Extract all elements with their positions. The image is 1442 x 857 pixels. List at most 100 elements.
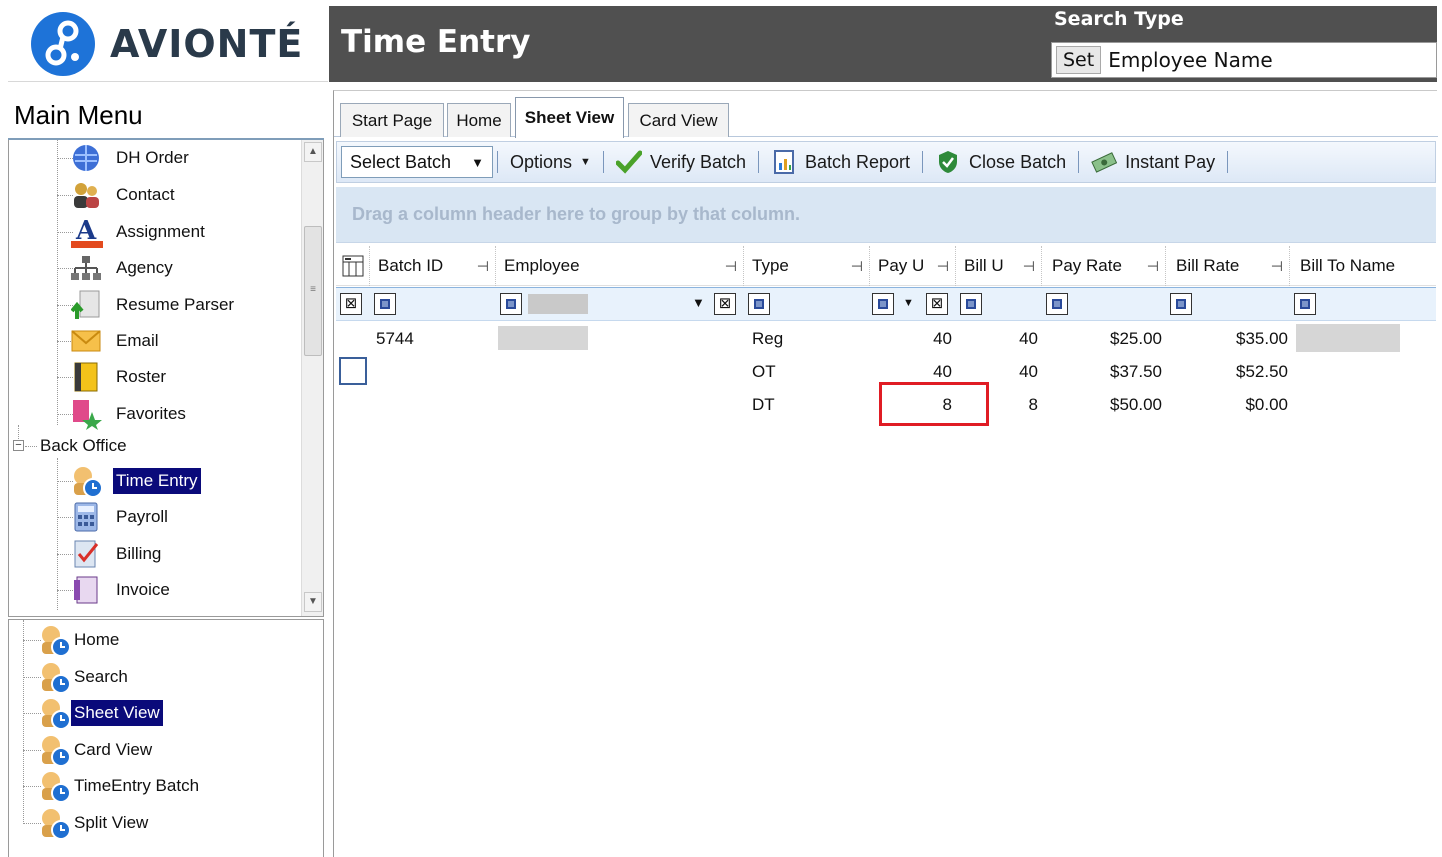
- billing-icon: [69, 537, 103, 571]
- collapse-toggle[interactable]: −: [13, 440, 24, 451]
- view-item-timeentry-batch[interactable]: TimeEntry Batch: [37, 769, 202, 803]
- verify-batch-button[interactable]: Verify Batch: [608, 146, 754, 178]
- pin-icon[interactable]: ⊣: [1147, 258, 1159, 275]
- menu-item-agency[interactable]: Agency: [69, 251, 176, 285]
- tab-sheet-view[interactable]: Sheet View: [515, 97, 624, 138]
- menu-item-label: Assignment: [116, 222, 205, 241]
- clear-filter-icon[interactable]: ⊠: [714, 293, 736, 315]
- tab-home[interactable]: Home: [447, 103, 511, 137]
- pin-icon[interactable]: ⊣: [1271, 258, 1283, 275]
- clock-icon: [37, 733, 71, 767]
- chevron-down-icon[interactable]: ▼: [692, 295, 705, 310]
- view-item-sheet-view[interactable]: Sheet View: [37, 696, 163, 730]
- letter-a-icon: A: [69, 215, 103, 249]
- menu-item-contact[interactable]: Contact: [69, 178, 178, 212]
- view-item-split-view[interactable]: Split View: [37, 806, 151, 840]
- pin-icon[interactable]: ⊣: [851, 258, 863, 275]
- chevron-down-icon: ▼: [471, 154, 484, 170]
- favorites-icon: [69, 397, 103, 431]
- view-item-search[interactable]: Search: [37, 660, 131, 694]
- options-label: Options: [510, 151, 573, 172]
- search-type-field[interactable]: Set Employee Name: [1051, 42, 1437, 78]
- scroll-up-icon[interactable]: ▲: [304, 142, 322, 162]
- row-selector[interactable]: [339, 357, 367, 385]
- column-header-employee[interactable]: Employee ⊣: [498, 246, 744, 286]
- filter-operator-icon[interactable]: [500, 293, 522, 315]
- tab-strip: Start Page Home Sheet View Card View: [334, 91, 1438, 138]
- instant-pay-button[interactable]: Instant Pay: [1083, 146, 1223, 178]
- view-item-label: Sheet View: [71, 700, 163, 726]
- column-header-batch-id[interactable]: Batch ID ⊣: [372, 246, 496, 286]
- menu-item-assignment[interactable]: A Assignment: [69, 215, 208, 249]
- filter-operator-icon[interactable]: [748, 293, 770, 315]
- select-batch-dropdown[interactable]: Select Batch ▼: [341, 146, 493, 178]
- roster-icon: [69, 360, 103, 394]
- column-chooser-icon: [342, 255, 363, 277]
- search-type-value[interactable]: Employee Name: [1108, 48, 1272, 72]
- menu-item-label: Email: [116, 331, 159, 350]
- employee-filter-value[interactable]: [528, 294, 588, 314]
- view-item-home[interactable]: Home: [37, 623, 122, 657]
- tab-card-view[interactable]: Card View: [628, 103, 729, 137]
- menu-item-email[interactable]: Email: [69, 324, 162, 358]
- pin-icon[interactable]: ⊣: [937, 258, 949, 275]
- menu-item-roster[interactable]: Roster: [69, 360, 169, 394]
- close-batch-button[interactable]: Close Batch: [927, 146, 1074, 178]
- scroll-thumb[interactable]: ≡: [304, 226, 322, 356]
- column-label: Pay U: [878, 256, 925, 275]
- tab-start-page[interactable]: Start Page: [340, 103, 444, 137]
- filter-operator-icon[interactable]: [1294, 293, 1316, 315]
- menu-item-dh-order[interactable]: DH Order: [69, 141, 192, 175]
- menu-item-resume-parser[interactable]: Resume Parser: [69, 288, 237, 322]
- filter-operator-icon[interactable]: [960, 293, 982, 315]
- tree-group-back-office[interactable]: Back Office: [40, 436, 127, 456]
- column-header-pay-u[interactable]: Pay U ⊣: [872, 246, 956, 286]
- menu-scrollbar[interactable]: ▲ ≡ ▼: [301, 140, 323, 616]
- column-header-pay-rate[interactable]: Pay Rate ⊣: [1044, 246, 1166, 286]
- report-icon: [771, 149, 797, 175]
- menu-item-billing[interactable]: Billing: [69, 537, 164, 571]
- set-button[interactable]: Set: [1056, 46, 1102, 74]
- calculator-icon: [69, 500, 103, 534]
- main-menu-title: Main Menu: [8, 92, 324, 140]
- table-row[interactable]: 5744 Reg 40 40 $25.00 $35.00: [336, 322, 1436, 355]
- filter-operator-icon[interactable]: [1170, 293, 1192, 315]
- menu-item-favorites[interactable]: Favorites: [69, 397, 189, 431]
- filter-operator-icon[interactable]: [374, 293, 396, 315]
- batch-report-button[interactable]: Batch Report: [763, 146, 918, 178]
- search-type-label: Search Type: [1054, 8, 1184, 30]
- cell-pay-rate: $50.00: [1110, 394, 1162, 414]
- highlight-box: [879, 382, 989, 426]
- column-header-bill-to-name[interactable]: Bill To Name: [1292, 246, 1436, 286]
- people-icon: [69, 178, 103, 212]
- menu-item-label: Invoice: [116, 580, 170, 599]
- column-label: Bill To Name: [1300, 256, 1396, 275]
- filter-row: ⊠ ▼ ⊠ ▼ ⊠: [336, 287, 1436, 321]
- column-header-type[interactable]: Type ⊣: [746, 246, 870, 286]
- column-chooser-button[interactable]: [336, 246, 370, 286]
- view-item-card-view[interactable]: Card View: [37, 733, 155, 767]
- pin-icon[interactable]: ⊣: [477, 258, 489, 275]
- group-by-panel[interactable]: Drag a column header here to group by th…: [336, 187, 1436, 243]
- menu-item-time-entry[interactable]: Time Entry: [69, 464, 201, 498]
- menu-item-payroll[interactable]: Payroll: [69, 500, 171, 534]
- view-item-label: Search: [74, 667, 128, 686]
- options-menu[interactable]: Options ▼: [502, 146, 599, 178]
- column-header-bill-rate[interactable]: Bill Rate ⊣: [1168, 246, 1290, 286]
- menu-item-invoice[interactable]: Invoice: [69, 573, 173, 607]
- chevron-down-icon[interactable]: ▼: [903, 297, 914, 309]
- menu-item-label: Contact: [116, 185, 175, 204]
- clear-filter-icon[interactable]: ⊠: [926, 293, 948, 315]
- scroll-down-icon[interactable]: ▼: [304, 592, 322, 612]
- pin-icon[interactable]: ⊣: [1023, 258, 1035, 275]
- pin-icon[interactable]: ⊣: [725, 258, 737, 275]
- view-item-label: Home: [74, 630, 120, 649]
- avionte-logo: AVIONTÉ: [8, 6, 328, 82]
- column-header-bill-u[interactable]: Bill U ⊣: [958, 246, 1042, 286]
- checkmark-icon: [615, 149, 642, 175]
- clear-filter-icon[interactable]: ⊠: [340, 293, 362, 315]
- main-menu-tree[interactable]: DH Order Contact A Assignment Agency Res…: [8, 140, 324, 617]
- cell-employee-redacted: [498, 326, 588, 350]
- filter-operator-icon[interactable]: [1046, 293, 1068, 315]
- filter-operator-icon[interactable]: [872, 293, 894, 315]
